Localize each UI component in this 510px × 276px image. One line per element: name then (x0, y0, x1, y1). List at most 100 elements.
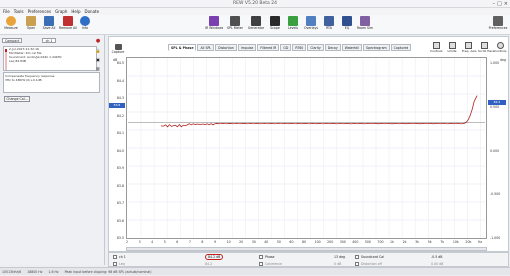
overlays-button[interactable]: Overlays (302, 16, 320, 34)
menu-bar: File Tools Preferences Graph Help Donate (0, 8, 510, 15)
status-bar: 10513kHz/6 18800 Hz 1.6 Hz Peak input be… (0, 267, 510, 275)
graph-controls-tool[interactable]: Controls (494, 42, 506, 56)
frequency-response-plot[interactable] (126, 57, 487, 239)
menu-preferences[interactable]: Preferences (28, 8, 52, 15)
x-tick-label: 100 (314, 240, 321, 244)
x-tick-label: 2k (402, 240, 407, 244)
tab-waterfall[interactable]: Waterfall (341, 44, 363, 51)
measurement-thumbnail[interactable]: 2-Jul-2023 21:32:16 Mic/Meter: Rm cal fi… (3, 46, 97, 71)
checkbox[interactable] (259, 255, 263, 259)
limits-tool[interactable]: Limits (446, 42, 458, 56)
minimize-icon[interactable]: – (493, 1, 496, 7)
legend-soundcard-value: -0.5 dB (431, 255, 443, 259)
move-icon (480, 42, 488, 49)
x-tick-label: 7k (440, 240, 445, 244)
left-axis-marker: 83.8 (109, 103, 125, 108)
eq-icon (342, 16, 352, 26)
remove-all-button[interactable]: Remove All (59, 16, 77, 34)
trash-icon[interactable]: ▥ (96, 66, 100, 71)
y2-tick-label: -1.000 (490, 236, 501, 240)
tab-distortion[interactable]: Distortion (215, 44, 237, 51)
scope-icon (270, 16, 280, 26)
status-peak-input: Peak input before clipping: 98 dB SPL (a… (64, 270, 152, 274)
change-cal-button[interactable]: Change Cal... (4, 96, 30, 102)
legend-ch1[interactable]: ch 1 (113, 254, 126, 260)
tab-all-spl[interactable]: All SPL (197, 44, 215, 51)
menu-graph[interactable]: Graph (55, 8, 67, 15)
x-tick-label: 60 (289, 240, 294, 244)
y-tick-label: 83.9 (116, 166, 124, 170)
ir-windows-button[interactable]: IR Windows (205, 16, 223, 34)
menu-tools[interactable]: Tools (14, 8, 24, 15)
x-axis: 2 3 4 5 6 7 8 9 10 20 30 40 50 60 80 100 200 300 400 500 700… (126, 240, 487, 246)
lock-icon[interactable]: 🔒 (96, 48, 101, 53)
close-icon[interactable]: × (504, 1, 508, 7)
levels-icon (288, 16, 298, 26)
legend-phase[interactable]: Phase (259, 254, 275, 260)
menu-donate[interactable]: Donate (85, 8, 100, 15)
y-tick-label: 84.3 (116, 96, 124, 100)
y-axis-right: 1.000 0.500 0.000 -0.500 -1.000 (489, 61, 507, 240)
checkbox[interactable] (355, 262, 359, 266)
info-button[interactable]: Info (76, 16, 94, 34)
y-tick-label: 83.5 (116, 236, 124, 240)
tab-spectrogram[interactable]: Spectrogram (363, 44, 390, 51)
eq-button[interactable]: EQ (338, 16, 356, 34)
limits-icon (448, 42, 456, 49)
measure-button[interactable]: Measure (2, 16, 20, 34)
tab-impulse[interactable]: Impulse (237, 44, 257, 51)
menu-file[interactable]: File (3, 8, 10, 15)
tab-decay[interactable]: Decay (324, 44, 341, 51)
status-resolution: 1.6 Hz (48, 270, 59, 274)
horizontal-scrollbar[interactable] (126, 247, 487, 251)
status-memory: 10513kHz/6 (2, 270, 22, 274)
status-sample-rate: 18800 Hz (27, 270, 43, 274)
measurement-info: 2-Jul-2023 21:32:16 Mic/Meter: Rm cal fi… (9, 47, 62, 63)
checkbox[interactable] (355, 255, 359, 259)
tab-captured[interactable]: Captured (390, 44, 412, 51)
capture-button[interactable]: Capture (111, 44, 125, 58)
info-icon (80, 16, 90, 26)
x-tick-label: 9 (214, 240, 217, 244)
save-all-button[interactable]: Save All (40, 16, 58, 34)
measurements-panel: Compact ch 1 2-Jul-2023 21:32:16 Mic/Met… (0, 35, 105, 265)
spl-meter-button[interactable]: SPL Meter (226, 16, 244, 34)
tab-rt60[interactable]: RT60 (292, 44, 307, 51)
generator-button[interactable]: Generator (247, 16, 265, 34)
save-icon[interactable]: ▣ (96, 57, 100, 62)
x-tick-label: 50 (276, 240, 281, 244)
controls-tool[interactable]: Controls (430, 42, 442, 56)
open-button[interactable]: Open (22, 16, 40, 34)
x-tick-label: 20k (465, 240, 472, 244)
room-sim-icon (360, 16, 370, 26)
preferences-button[interactable]: Preferences (488, 16, 508, 34)
save-icon (44, 16, 54, 26)
tab-gd[interactable]: GD (280, 44, 292, 51)
levels-button[interactable]: Levels (284, 16, 302, 34)
compact-button[interactable]: Compact (2, 37, 23, 43)
measurement-name-field[interactable]: ch 1 (42, 38, 56, 43)
checkbox[interactable] (113, 255, 117, 259)
y-tick-label: 84.2 (116, 113, 124, 118)
rta-button[interactable]: RTA (320, 16, 338, 34)
x-tick-label: 6 (176, 240, 179, 244)
scroll-tool[interactable]: Scroll Here (478, 42, 494, 56)
maximize-icon[interactable]: □ (497, 1, 502, 7)
checkbox[interactable] (113, 262, 117, 266)
close-measurement-icon[interactable]: ● (96, 38, 100, 44)
tab-clarity[interactable]: Clarity (307, 44, 324, 51)
tab-filtered-ir[interactable]: Filtered IR (257, 44, 280, 51)
room-sim-button[interactable]: Room Sim (356, 16, 374, 34)
menu-help[interactable]: Help (71, 8, 80, 15)
spl-meter-icon (230, 16, 240, 26)
measurement-notes[interactable]: Compensate frequency response 3Hz to 48K… (3, 72, 100, 93)
freq-axis-tool[interactable]: Freq. Axis (462, 42, 477, 56)
scope-button[interactable]: Scope (266, 16, 284, 34)
x-tick-label: 5k (427, 240, 432, 244)
legend-soundcard-cal[interactable]: Soundcard Cal (355, 254, 384, 260)
window-controls: – □ × (493, 1, 508, 7)
remove-icon (63, 16, 73, 26)
x-tick-label: 400 (352, 240, 359, 244)
tab-spl-phase[interactable]: SPL & Phase (168, 44, 197, 51)
checkbox[interactable] (259, 262, 263, 266)
